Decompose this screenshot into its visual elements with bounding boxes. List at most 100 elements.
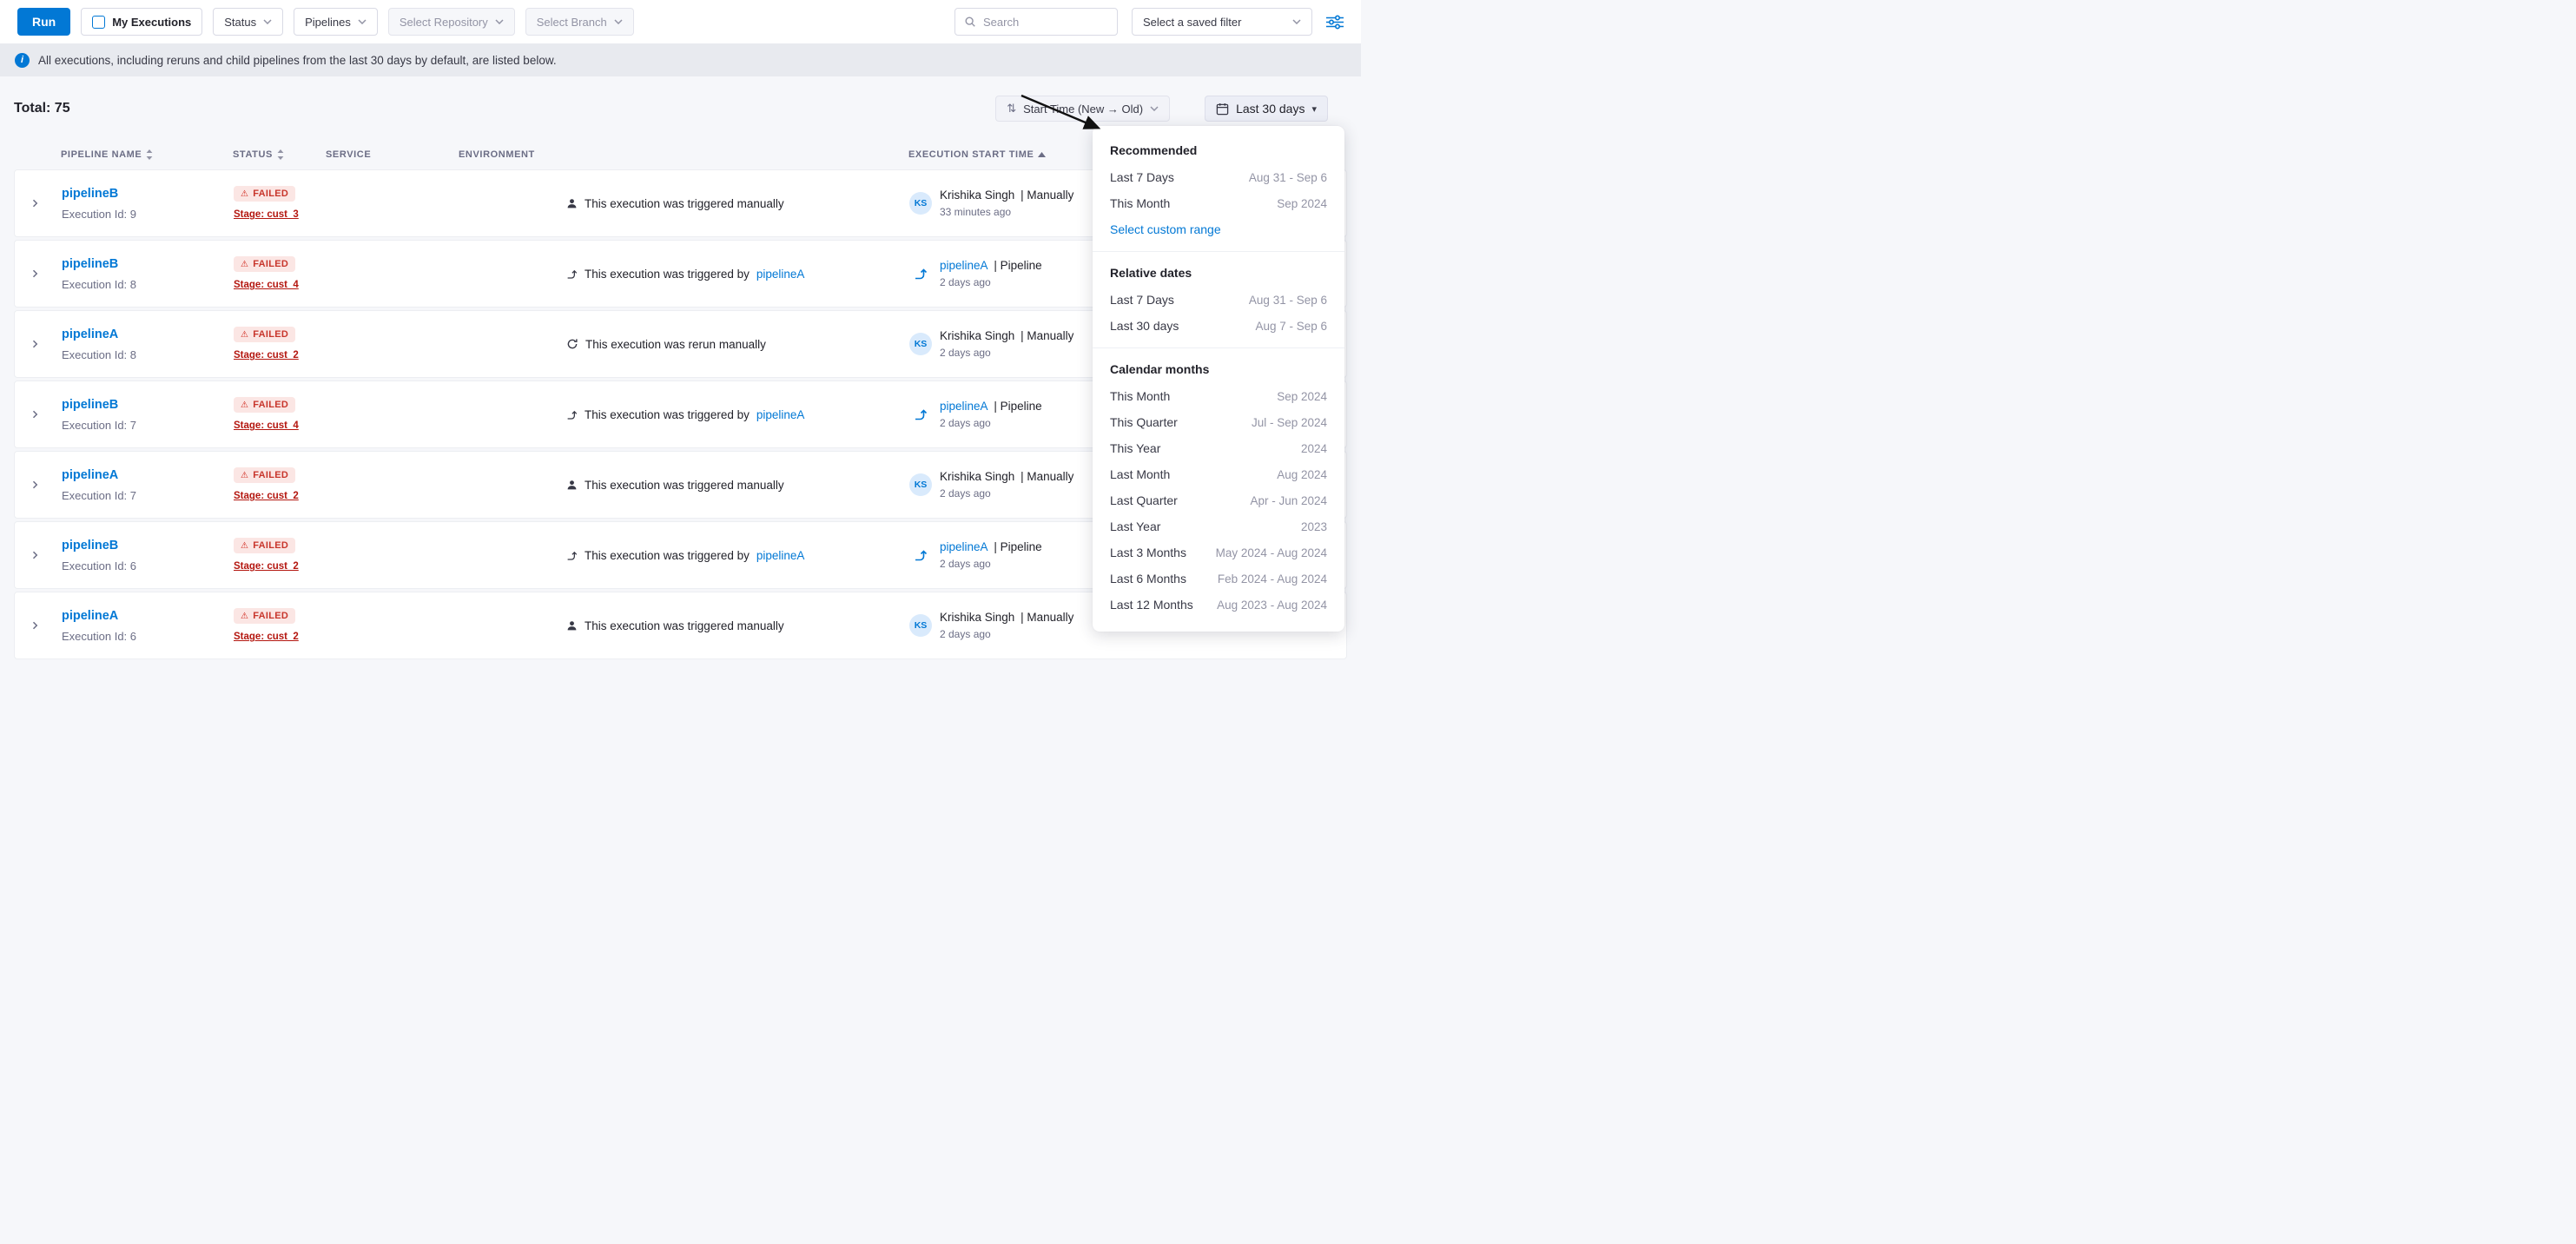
date-option-range: Sep 2024 xyxy=(1277,197,1327,210)
row-expand-chevron-icon[interactable] xyxy=(30,409,40,420)
status-badge: ⚠ FAILED xyxy=(234,467,295,483)
date-dropdown-section: Recommended Last 7 Days Aug 31 - Sep 6 T… xyxy=(1093,129,1344,248)
repository-filter[interactable]: Select Repository xyxy=(388,8,515,36)
row-expand-chevron-icon[interactable] xyxy=(30,480,40,490)
date-option-label: Last 30 days xyxy=(1110,319,1179,333)
failed-stage-link[interactable]: Stage: cust_2 xyxy=(234,561,299,572)
row-expand-chevron-icon[interactable] xyxy=(30,339,40,349)
rerun-trigger-icon xyxy=(566,338,578,350)
date-option[interactable]: This Month Sep 2024 xyxy=(1093,190,1344,216)
pipelines-filter[interactable]: Pipelines xyxy=(294,8,378,36)
date-option-label: Last 12 Months xyxy=(1110,598,1193,612)
starter-pipeline-link[interactable]: pipelineA xyxy=(940,259,988,272)
date-dropdown-sections: Recommended Last 7 Days Aug 31 - Sep 6 T… xyxy=(1093,129,1344,623)
date-option[interactable]: Last Month Aug 2024 xyxy=(1093,461,1344,487)
date-option[interactable]: Last 6 Months Feb 2024 - Aug 2024 xyxy=(1093,566,1344,592)
search-box[interactable] xyxy=(954,8,1118,36)
date-range-dropdown: Recommended Last 7 Days Aug 31 - Sep 6 T… xyxy=(1093,126,1344,632)
date-option-range: 2023 xyxy=(1301,520,1327,533)
execution-start-time: 2 days ago xyxy=(940,487,1076,500)
info-banner: i All executions, including reruns and c… xyxy=(0,43,1361,76)
date-option[interactable]: Last 12 Months Aug 2023 - Aug 2024 xyxy=(1093,592,1344,618)
failed-stage-link[interactable]: Stage: cust_2 xyxy=(234,632,299,642)
trigger-text: This execution was triggered manually xyxy=(585,197,784,210)
filter-sliders-icon[interactable] xyxy=(1326,15,1344,30)
chevron-down-icon xyxy=(1150,106,1159,111)
date-option-range: Jul - Sep 2024 xyxy=(1252,416,1327,429)
date-option[interactable]: Last 3 Months May 2024 - Aug 2024 xyxy=(1093,539,1344,566)
pipeline-name-link[interactable]: pipelineB xyxy=(62,539,118,553)
status-label: FAILED xyxy=(253,540,288,551)
starter-suffix: | Manually xyxy=(1020,470,1073,483)
date-option[interactable]: This Year 2024 xyxy=(1093,435,1344,461)
trigger-pipeline-link[interactable]: pipelineA xyxy=(756,268,805,281)
date-option[interactable]: This Quarter Jul - Sep 2024 xyxy=(1093,409,1344,435)
starter-pipeline-link[interactable]: pipelineA xyxy=(940,400,988,413)
execution-id: Execution Id: 9 xyxy=(62,208,227,221)
pipeline-name-link[interactable]: pipelineA xyxy=(62,609,118,623)
row-expand-chevron-icon[interactable] xyxy=(30,550,40,560)
date-range-button[interactable]: Last 30 days ▾ xyxy=(1205,96,1328,122)
pipeline-name-link[interactable]: pipelineB xyxy=(62,187,118,201)
date-option[interactable]: Last 30 days Aug 7 - Sep 6 xyxy=(1093,313,1344,339)
row-expand-chevron-icon[interactable] xyxy=(30,268,40,279)
date-option[interactable]: This Month Sep 2024 xyxy=(1093,383,1344,409)
my-executions-checkbox[interactable] xyxy=(92,16,105,29)
trigger-text: This execution was triggered manually xyxy=(585,619,784,632)
failed-stage-link[interactable]: Stage: cust_3 xyxy=(234,209,299,220)
warning-icon: ⚠ xyxy=(241,260,248,269)
pipeline-name-link[interactable]: pipelineB xyxy=(62,257,118,271)
my-executions-toggle[interactable]: My Executions xyxy=(81,8,202,36)
repository-filter-label: Select Repository xyxy=(400,16,488,29)
status-filter[interactable]: Status xyxy=(213,8,283,36)
failed-stage-link[interactable]: Stage: cust_4 xyxy=(234,280,299,290)
row-expand-chevron-icon[interactable] xyxy=(30,198,40,208)
date-section-title: Relative dates xyxy=(1093,255,1344,287)
branch-filter[interactable]: Select Branch xyxy=(525,8,634,36)
pipeline-name-link[interactable]: pipelineB xyxy=(62,398,118,412)
date-option[interactable]: Last 7 Days Aug 31 - Sep 6 xyxy=(1093,287,1344,313)
execution-id: Execution Id: 6 xyxy=(62,630,227,643)
pipeline-trigger-icon xyxy=(566,550,578,561)
search-input[interactable] xyxy=(983,16,1105,29)
trigger-text: This execution was triggered by xyxy=(585,408,750,421)
sort-select[interactable]: ⇅ Start Time (New → Old) xyxy=(995,96,1170,122)
row-expand-chevron-icon[interactable] xyxy=(30,620,40,631)
run-button[interactable]: Run xyxy=(17,8,70,36)
calendar-icon xyxy=(1216,103,1229,116)
pipeline-name-link[interactable]: pipelineA xyxy=(62,328,118,341)
pipeline-name-link[interactable]: pipelineA xyxy=(62,468,118,482)
starter-name: Krishika Singh xyxy=(940,470,1014,483)
date-option-label: Last Quarter xyxy=(1110,493,1178,507)
status-badge: ⚠ FAILED xyxy=(234,186,295,202)
trigger-text: This execution was rerun manually xyxy=(585,338,766,351)
pipeline-trigger-icon xyxy=(566,409,578,420)
failed-stage-link[interactable]: Stage: cust_2 xyxy=(234,491,299,501)
starter-pipeline-link[interactable]: pipelineA xyxy=(940,540,988,553)
info-icon: i xyxy=(15,53,30,68)
saved-filter-select[interactable]: Select a saved filter xyxy=(1132,8,1312,36)
execution-id: Execution Id: 7 xyxy=(62,419,227,432)
trigger-pipeline-link[interactable]: pipelineA xyxy=(756,408,805,421)
date-option[interactable]: Select custom range xyxy=(1093,216,1344,242)
date-option[interactable]: Last Quarter Apr - Jun 2024 xyxy=(1093,487,1344,513)
trigger-pipeline-link[interactable]: pipelineA xyxy=(756,549,805,562)
starter-suffix: | Manually xyxy=(1020,611,1073,624)
total-count: Total: 75 xyxy=(14,101,70,116)
status-badge: ⚠ FAILED xyxy=(234,256,295,272)
failed-stage-link[interactable]: Stage: cust_4 xyxy=(234,420,299,431)
trigger-text: This execution was triggered by xyxy=(585,549,750,562)
trigger-cell: This execution was triggered by pipeline… xyxy=(559,268,902,281)
status-badge: ⚠ FAILED xyxy=(234,538,295,553)
col-pipeline-name[interactable]: PIPELINE NAME xyxy=(54,149,226,160)
date-option[interactable]: Last 7 Days Aug 31 - Sep 6 xyxy=(1093,164,1344,190)
col-status[interactable]: STATUS xyxy=(226,149,319,160)
status-label: FAILED xyxy=(253,259,288,269)
status-label: FAILED xyxy=(253,189,288,199)
branch-filter-label: Select Branch xyxy=(537,16,607,29)
execution-id: Execution Id: 8 xyxy=(62,348,227,361)
chevron-down-icon xyxy=(1292,19,1301,24)
failed-stage-link[interactable]: Stage: cust_2 xyxy=(234,350,299,361)
date-option-range: Sep 2024 xyxy=(1277,390,1327,403)
date-option[interactable]: Last Year 2023 xyxy=(1093,513,1344,539)
